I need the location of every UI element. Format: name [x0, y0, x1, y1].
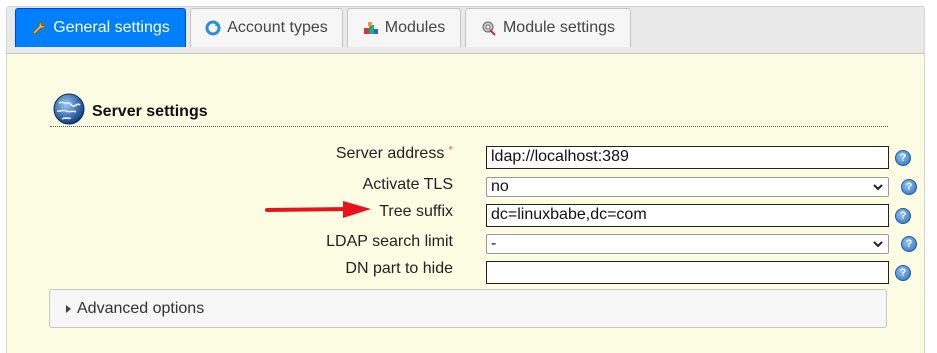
help-icon[interactable]: ?: [895, 265, 911, 281]
tree-suffix-input[interactable]: dc=linuxbabe,dc=com: [486, 204, 889, 227]
tab-modules[interactable]: Modules: [347, 8, 461, 47]
advanced-options-toggle[interactable]: Advanced options: [49, 289, 887, 328]
activate-tls-select[interactable]: no: [486, 177, 889, 197]
section-divider: [50, 126, 888, 127]
ldap-search-limit-label: LDAP search limit: [326, 233, 453, 250]
tab-label: Module settings: [502, 19, 616, 36]
tab-label: Account types: [227, 19, 328, 36]
tab-label: Modules: [384, 19, 446, 36]
chevron-down-icon: [872, 180, 884, 194]
tab-general-settings[interactable]: General settings: [15, 8, 186, 47]
tab-label: General settings: [53, 19, 170, 36]
module-settings-icon: [481, 20, 497, 36]
server-address-label: Server address *: [335, 143, 453, 162]
dn-part-to-hide-input[interactable]: [486, 261, 889, 284]
dn-part-to-hide-label: DN part to hide: [345, 260, 453, 277]
red-arrow-icon: [265, 201, 371, 218]
help-icon[interactable]: ?: [895, 208, 911, 224]
server-address-input[interactable]: ldap://localhost:389: [486, 146, 889, 169]
advanced-options-label: Advanced options: [77, 299, 205, 317]
triangle-right-icon: [66, 304, 71, 313]
refresh-icon: [205, 20, 221, 36]
help-icon[interactable]: ?: [901, 179, 917, 195]
section-title: Server settings: [92, 102, 208, 120]
help-icon[interactable]: ?: [895, 150, 911, 166]
chevron-down-icon: [872, 237, 884, 251]
required-marker: *: [448, 143, 453, 157]
ldap-search-limit-select[interactable]: -: [486, 234, 889, 254]
tab-module-settings[interactable]: Module settings: [465, 8, 631, 47]
tree-suffix-label: Tree suffix: [379, 203, 453, 220]
help-icon[interactable]: ?: [901, 236, 917, 252]
activate-tls-label: Activate TLS: [362, 176, 453, 193]
wrench-icon: [31, 20, 47, 36]
modules-icon: [363, 20, 379, 36]
tab-account-types[interactable]: Account types: [190, 8, 343, 47]
